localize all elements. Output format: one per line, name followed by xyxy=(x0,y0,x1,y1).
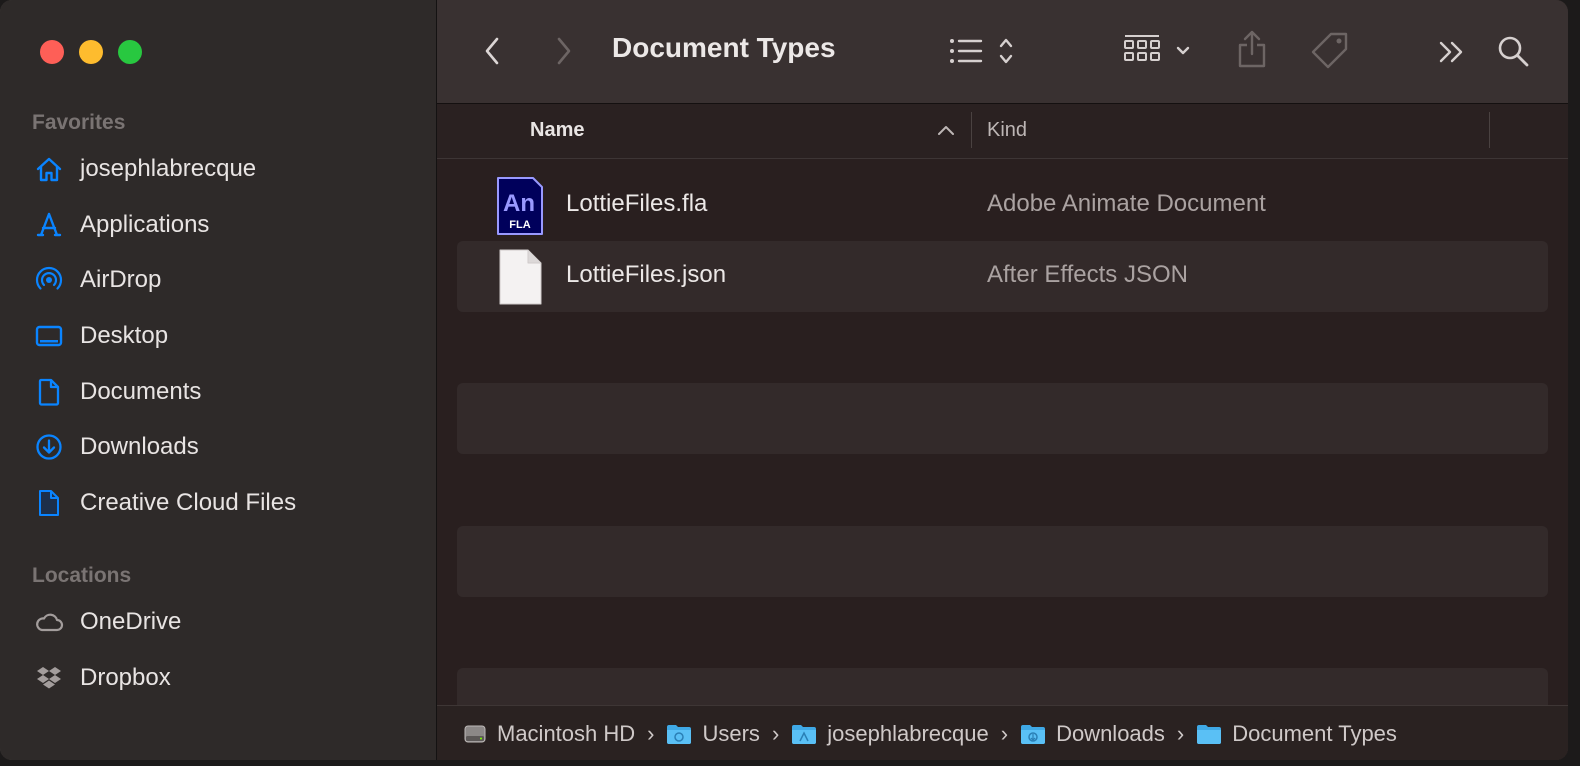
sidebar-item-label: josephlabrecque xyxy=(80,155,257,182)
sidebar-item-label: Creative Cloud Files xyxy=(80,489,297,516)
file-row[interactable]: LottieFiles.json After Effects JSON xyxy=(457,241,1548,312)
sidebar-item-label: AirDrop xyxy=(80,266,162,293)
sidebar-item-dropbox[interactable]: Dropbox xyxy=(32,658,171,698)
locations-header: Locations xyxy=(32,564,132,587)
hard-drive-icon xyxy=(464,725,486,742)
file-icon xyxy=(32,486,66,520)
column-separator[interactable] xyxy=(1489,112,1490,148)
file-icon-letters: An xyxy=(503,190,535,217)
path-bar: Macintosh HD › Users › josephlabrecque ›… xyxy=(437,705,1568,760)
path-item-label: Macintosh HD xyxy=(497,720,636,746)
column-header: Name Kind xyxy=(437,104,1568,159)
folder-icon xyxy=(667,724,692,744)
sidebar-item-home[interactable]: josephlabrecque xyxy=(32,149,256,189)
sidebar-item-label: Desktop xyxy=(80,322,169,349)
file-name: LottieFiles.json xyxy=(566,261,727,288)
animate-file-icon: An FLA xyxy=(495,176,545,241)
dropbox-icon xyxy=(32,661,66,695)
column-separator[interactable] xyxy=(971,112,972,148)
sidebar-item-onedrive[interactable]: OneDrive xyxy=(32,602,181,642)
file-name: LottieFiles.fla xyxy=(566,190,708,217)
path-item-label: Users xyxy=(702,720,760,746)
window-title: Document Types xyxy=(612,32,836,63)
main-pane: Document Types Name Kind An FLA LottieFi… xyxy=(437,0,1568,760)
folder-icon xyxy=(792,724,817,744)
home-icon xyxy=(32,152,66,186)
favorites-header: Favorites xyxy=(32,111,126,134)
double-chevron-right-icon xyxy=(1439,41,1463,63)
path-chevron: › xyxy=(1176,720,1185,746)
path-item-label: Document Types xyxy=(1232,720,1397,746)
share-button[interactable] xyxy=(1235,28,1269,70)
path-item-macintosh-hd[interactable]: Macintosh HD xyxy=(463,721,635,747)
view-options-button[interactable] xyxy=(947,34,1021,68)
folder-icon xyxy=(1021,724,1046,744)
sidebar-item-applications[interactable]: Applications xyxy=(32,205,209,245)
generic-file-icon xyxy=(495,247,545,312)
empty-row xyxy=(457,383,1548,454)
document-icon xyxy=(32,375,66,409)
toolbar: Document Types xyxy=(437,0,1568,104)
applications-icon xyxy=(32,208,66,242)
list-view-icon xyxy=(950,38,1013,64)
close-button[interactable] xyxy=(40,40,64,64)
path-item-downloads[interactable]: Downloads xyxy=(1020,721,1165,747)
path-chevron: › xyxy=(771,720,780,746)
column-name[interactable]: Name xyxy=(530,119,584,142)
file-icon-ext: FLA xyxy=(509,219,530,231)
folder-icon xyxy=(1197,724,1222,744)
more-toolbar-button[interactable] xyxy=(1437,38,1467,66)
tag-icon xyxy=(1311,32,1348,69)
cloud-icon xyxy=(32,605,66,639)
sidebar-item-label: Downloads xyxy=(80,433,199,460)
file-kind: Adobe Animate Document xyxy=(987,190,1266,217)
group-button[interactable] xyxy=(1123,33,1197,69)
finder-window: Favorites josephlabrecque Applications A… xyxy=(0,0,1568,760)
tag-button[interactable] xyxy=(1309,30,1351,72)
grid-icon xyxy=(1124,35,1190,61)
search-icon xyxy=(1498,36,1529,67)
chevron-right-icon xyxy=(557,37,571,65)
sidebar-item-label: Applications xyxy=(80,211,210,238)
chevron-left-icon xyxy=(485,37,499,65)
airdrop-icon xyxy=(32,263,66,297)
search-button[interactable] xyxy=(1495,33,1531,69)
file-row[interactable]: An FLA LottieFiles.fla Adobe Animate Doc… xyxy=(457,170,1548,241)
file-kind: After Effects JSON xyxy=(987,261,1188,288)
window-controls xyxy=(40,40,142,64)
sidebar-item-desktop[interactable]: Desktop xyxy=(32,316,168,356)
path-item-users[interactable]: Users xyxy=(666,720,760,747)
sidebar-item-downloads[interactable]: Downloads xyxy=(32,427,199,467)
sidebar-item-creative-cloud[interactable]: Creative Cloud Files xyxy=(32,483,296,523)
sidebar: Favorites josephlabrecque Applications A… xyxy=(0,0,437,760)
path-chevron: › xyxy=(647,720,655,746)
empty-row xyxy=(457,526,1548,597)
sidebar-item-label: OneDrive xyxy=(80,608,182,635)
sidebar-item-airdrop[interactable]: AirDrop xyxy=(32,260,161,300)
sidebar-item-documents[interactable]: Documents xyxy=(32,372,201,412)
path-chevron: › xyxy=(1000,720,1009,746)
back-button[interactable] xyxy=(477,34,507,68)
path-item-document-types[interactable]: Document Types xyxy=(1196,721,1397,747)
path-item-josephlabrecque[interactable]: josephlabrecque xyxy=(791,720,989,747)
sidebar-item-label: Documents xyxy=(80,378,202,405)
sort-ascending-icon[interactable] xyxy=(937,124,955,136)
sidebar-item-label: Dropbox xyxy=(80,664,171,691)
desktop-icon xyxy=(32,319,66,353)
path-item-label: josephlabrecque xyxy=(827,720,989,746)
forward-button[interactable] xyxy=(549,34,579,68)
share-icon xyxy=(1238,30,1266,68)
download-icon xyxy=(32,430,66,464)
column-kind[interactable]: Kind xyxy=(987,119,1027,142)
minimize-button[interactable] xyxy=(79,40,103,64)
zoom-button[interactable] xyxy=(118,40,142,64)
path-item-label: Downloads xyxy=(1056,720,1165,746)
